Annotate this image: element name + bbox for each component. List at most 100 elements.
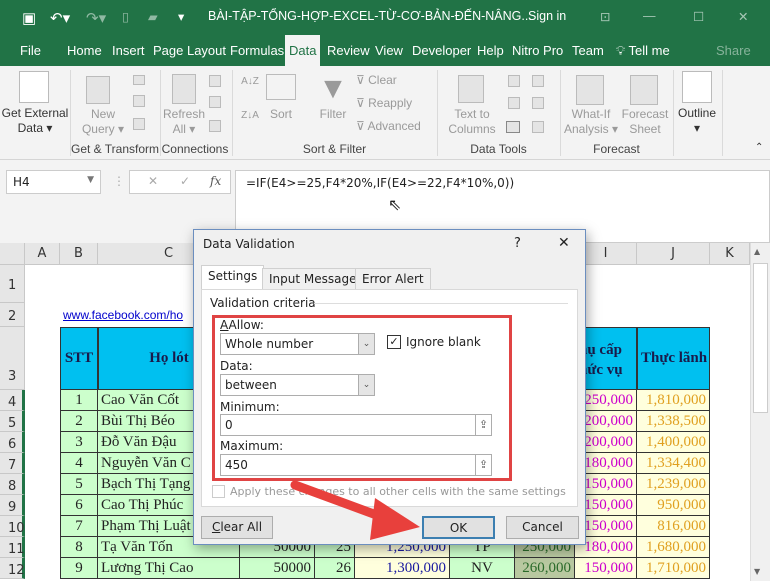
tab-help[interactable]: Help — [473, 35, 508, 66]
scrollbar-thumb[interactable] — [753, 263, 768, 413]
minimum-input[interactable]: 0 ⇪ — [220, 414, 492, 436]
tab-insert[interactable]: Insert — [108, 35, 149, 66]
range-select-icon[interactable]: ⇪ — [475, 415, 491, 435]
edit-links-icon[interactable] — [209, 120, 221, 132]
chevron-down-icon: ⌄ — [358, 334, 374, 354]
tab-view[interactable]: View — [371, 35, 407, 66]
ignore-blank-checkbox[interactable]: ✓ — [387, 335, 401, 349]
tab-error-alert[interactable]: Error Alert — [355, 268, 431, 290]
minimize-icon[interactable]: — — [643, 9, 656, 23]
group-sort-filter: Sort & Filter — [302, 142, 367, 156]
advanced-filter-button[interactable]: ⊽ Advanced — [356, 119, 421, 134]
range-select-icon[interactable]: ⇪ — [475, 455, 491, 475]
redo-icon[interactable]: ↷▾ — [86, 9, 106, 27]
tab-team[interactable]: Team — [568, 35, 608, 66]
clear-filter-button[interactable]: ⊽ Clear — [356, 73, 397, 88]
tab-file[interactable]: File — [16, 35, 45, 66]
tab-home[interactable]: Home — [63, 35, 106, 66]
tab-formulas[interactable]: Formulas — [226, 35, 288, 66]
tab-nitro-pro[interactable]: Nitro Pro — [508, 35, 567, 66]
new-file-icon[interactable]: ▯ — [122, 9, 129, 24]
row-header[interactable]: 10 — [0, 516, 25, 537]
vertical-scrollbar[interactable]: ▲ ▼ — [750, 243, 770, 581]
clear-all-button[interactable]: Clear All — [201, 516, 273, 539]
name-box-value: H4 — [13, 175, 30, 189]
close-window-icon[interactable]: ✕ — [738, 9, 748, 24]
connections-icon[interactable] — [209, 75, 221, 87]
apply-all-checkbox[interactable] — [212, 485, 225, 498]
consolidate-icon[interactable] — [532, 75, 544, 87]
collapse-ribbon-icon[interactable]: ⌃ — [755, 140, 763, 155]
tab-input-message[interactable]: Input Message — [262, 268, 364, 290]
row-header[interactable]: 11 — [0, 537, 25, 558]
row-header[interactable]: 1 — [0, 265, 25, 303]
row-header[interactable]: 9 — [0, 495, 25, 516]
insert-function-icon[interactable]: fx — [210, 174, 221, 188]
column-header[interactable]: A — [25, 243, 60, 265]
name-box-dropdown-icon[interactable]: ▼ — [87, 175, 94, 185]
column-header[interactable]: J — [637, 243, 710, 265]
refresh-all-button[interactable]: Refresh All ▾ — [160, 107, 208, 137]
open-folder-icon[interactable]: ▰ — [148, 9, 158, 24]
properties-icon[interactable] — [209, 96, 221, 108]
customize-qat-icon[interactable]: ▾ — [178, 9, 184, 24]
sort-button[interactable]: Sort — [262, 107, 300, 122]
allow-select[interactable]: Whole number ⌄ — [220, 333, 375, 355]
new-query-button[interactable]: New Query ▾ — [78, 107, 128, 137]
row-header[interactable]: 7 — [0, 453, 25, 474]
row-header[interactable]: 2 — [0, 303, 25, 327]
row-header[interactable]: 4 — [0, 390, 25, 411]
ok-button[interactable]: OK — [422, 516, 495, 539]
new-query-label-2: Query ▾ — [81, 122, 125, 136]
scroll-up-icon[interactable]: ▲ — [754, 247, 760, 256]
row-header[interactable]: 3 — [0, 327, 25, 390]
manage-data-model-icon[interactable] — [532, 121, 544, 133]
flash-fill-icon[interactable] — [508, 75, 520, 87]
maximize-icon[interactable]: ☐ — [693, 9, 704, 24]
tab-settings[interactable]: Settings — [201, 265, 265, 291]
relationships-icon[interactable] — [532, 97, 544, 109]
data-select[interactable]: between ⌄ — [220, 374, 375, 396]
get-external-data-button[interactable]: Get External Data ▾ — [0, 106, 70, 136]
what-if-analysis-button[interactable]: What-If Analysis ▾ — [562, 107, 620, 137]
help-icon[interactable]: ? — [514, 236, 521, 251]
header-stt[interactable]: STT — [60, 327, 98, 390]
text-to-columns-button[interactable]: Text to Columns — [444, 107, 500, 137]
stt-cell: 7 — [60, 516, 98, 537]
outline-button[interactable]: Outline ▾ — [674, 106, 720, 136]
name-box[interactable]: H4 ▼ — [6, 170, 101, 194]
tab-page-layout[interactable]: Page Layout — [149, 35, 230, 66]
undo-icon[interactable]: ↶▾ — [50, 9, 70, 27]
maximum-input[interactable]: 450 ⇪ — [220, 454, 492, 476]
tab-developer[interactable]: Developer — [408, 35, 475, 66]
reapply-button[interactable]: ⊽ Reapply — [356, 96, 412, 111]
row-header[interactable]: 12 — [0, 558, 25, 579]
sign-in-link[interactable]: Sign in — [528, 9, 566, 23]
row-header[interactable]: 5 — [0, 411, 25, 432]
scroll-down-icon[interactable]: ▼ — [754, 567, 760, 576]
column-header[interactable]: B — [60, 243, 98, 265]
close-dialog-icon[interactable]: ✕ — [558, 235, 570, 251]
sort-a-to-z-button[interactable]: A↓Z — [240, 74, 260, 89]
enter-entry-icon[interactable]: ✓ — [180, 174, 190, 188]
save-icon[interactable]: ▣ — [22, 9, 36, 27]
data-validation-icon[interactable] — [506, 121, 520, 133]
sort-z-to-a-button[interactable]: Z↓A — [240, 108, 260, 123]
column-header[interactable]: K — [710, 243, 750, 265]
recent-sources-icon[interactable] — [133, 118, 145, 130]
header-thuc-lanh[interactable]: Thực lãnh — [637, 327, 710, 390]
filter-button[interactable]: Filter — [313, 107, 353, 122]
row-header[interactable]: 8 — [0, 474, 25, 495]
remove-duplicates-icon[interactable] — [508, 97, 520, 109]
forecast-sheet-button[interactable]: Forecast Sheet — [620, 107, 670, 137]
from-table-icon[interactable] — [133, 95, 145, 107]
tab-data[interactable]: Data — [285, 35, 321, 66]
row-header[interactable]: 6 — [0, 432, 25, 453]
show-queries-icon[interactable] — [133, 75, 145, 85]
cancel-entry-icon[interactable]: ✕ — [148, 174, 158, 188]
share-button[interactable]: Share — [712, 35, 755, 66]
tab-review[interactable]: Review — [323, 35, 374, 66]
ribbon-display-icon[interactable]: ⊡ — [600, 9, 610, 24]
tell-me-search[interactable]: 💡︎ Tell me — [612, 35, 674, 66]
cancel-button[interactable]: Cancel — [506, 516, 579, 539]
